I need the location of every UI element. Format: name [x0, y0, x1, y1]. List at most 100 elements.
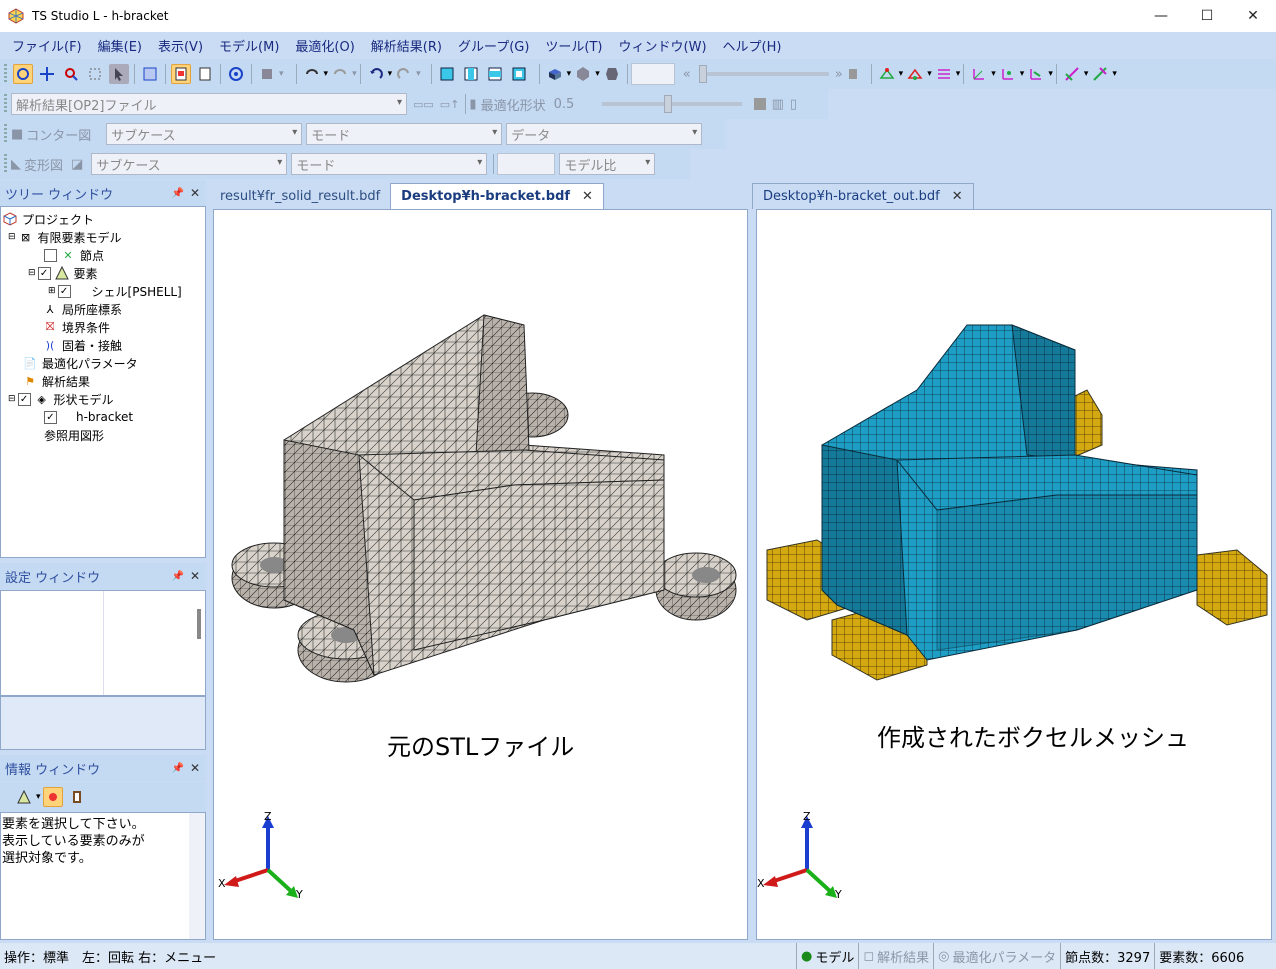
- tree-item-nodes[interactable]: ✕ 節点: [2, 246, 204, 264]
- close-icon[interactable]: ✕: [190, 761, 200, 775]
- nodes-checkbox[interactable]: [44, 248, 57, 262]
- tree-item-opt-params[interactable]: 📄 最適化パラメータ: [2, 354, 204, 372]
- tab-h-bracket-out[interactable]: Desktop¥h-bracket_out.bdf ✕: [752, 183, 974, 209]
- opt-info-icon[interactable]: ▯: [790, 97, 797, 112]
- right-viewport[interactable]: 作成されたボクセルメッシュ Z X Y: [756, 209, 1272, 940]
- tree-item-fem-model[interactable]: ⊟ ⊠ 有限要素モデル: [2, 228, 204, 246]
- view-front-icon[interactable]: [437, 64, 457, 84]
- pin-icon[interactable]: 📌: [172, 763, 184, 774]
- tree-item-h-bracket[interactable]: ✓ h-bracket: [2, 408, 204, 426]
- opt-threshold-slider[interactable]: [601, 95, 742, 113]
- pin-icon[interactable]: 📌: [172, 571, 184, 582]
- menu-optimize[interactable]: 最適化(O): [287, 36, 362, 55]
- elements-checkbox[interactable]: ✓: [37, 266, 51, 280]
- close-tab-icon[interactable]: ✕: [952, 189, 963, 204]
- maximize-button[interactable]: ☐: [1184, 0, 1230, 32]
- h-bracket-checkbox[interactable]: ✓: [44, 410, 57, 424]
- redo-icon[interactable]: [394, 64, 414, 84]
- print-preview-icon[interactable]: [195, 64, 215, 84]
- rotate-tool-icon[interactable]: [13, 64, 33, 84]
- menu-edit[interactable]: 編集(E): [90, 36, 150, 55]
- rewind-icon[interactable]: «: [683, 67, 691, 82]
- print-icon[interactable]: [171, 64, 191, 84]
- left-viewport[interactable]: 元のSTLファイル Z X Y: [213, 209, 748, 940]
- load-file-icon[interactable]: ▭▭: [413, 98, 434, 111]
- status-opt-params[interactable]: ◎ 最適化パラメータ: [933, 943, 1060, 969]
- zoom-window-icon[interactable]: [85, 64, 105, 84]
- model-ratio-dropdown[interactable]: モデル比: [559, 153, 656, 175]
- menu-window[interactable]: ウィンドウ(W): [611, 36, 715, 55]
- close-icon[interactable]: ✕: [190, 186, 200, 200]
- measure-tool-1-icon[interactable]: [1062, 64, 1082, 84]
- pan-tool-icon[interactable]: [37, 64, 57, 84]
- deform-mode-dropdown[interactable]: モード: [291, 153, 488, 175]
- mesh-tool-1-icon[interactable]: [877, 64, 897, 84]
- tree-item-elements[interactable]: ⊟ ✓ 要素: [2, 264, 204, 282]
- status-model[interactable]: ● モデル: [796, 943, 858, 969]
- reload-file-icon[interactable]: ▭↑: [440, 98, 460, 111]
- menu-help[interactable]: ヘルプ(H): [715, 36, 790, 55]
- animation-slider[interactable]: [698, 65, 829, 83]
- tab-fr-solid-result[interactable]: result¥fr_solid_result.bdf: [210, 183, 391, 209]
- fit-view-icon[interactable]: [140, 64, 160, 84]
- tree-item-shell[interactable]: ⊞ ✓ シェル[PSHELL]: [2, 282, 204, 300]
- mesh-tool-2-icon[interactable]: [905, 64, 925, 84]
- tree-item-reference[interactable]: 参照用図形: [2, 426, 204, 444]
- view-iso-icon[interactable]: [509, 64, 529, 84]
- undo-view-icon[interactable]: [302, 64, 322, 84]
- contour-data-dropdown[interactable]: データ: [506, 123, 703, 145]
- menu-view[interactable]: 表示(V): [150, 36, 211, 55]
- fast-forward-icon[interactable]: »: [835, 67, 843, 82]
- close-icon[interactable]: ✕: [190, 569, 200, 583]
- view-side-icon[interactable]: [461, 64, 481, 84]
- shape-model-checkbox[interactable]: ✓: [17, 392, 31, 406]
- tree-item-shape-model[interactable]: ⊟ ✓ ◈ 形状モデル: [2, 390, 204, 408]
- view-top-icon[interactable]: [485, 64, 505, 84]
- element-select-icon[interactable]: [14, 787, 34, 807]
- node-select-icon[interactable]: [42, 787, 63, 807]
- close-window-button[interactable]: ✕: [1230, 0, 1276, 32]
- shell-checkbox[interactable]: ✓: [57, 284, 71, 298]
- redo-view-icon[interactable]: [330, 64, 350, 84]
- zoom-tool-icon[interactable]: [61, 64, 81, 84]
- box-shape-icon[interactable]: [257, 64, 277, 84]
- deform-scale-field[interactable]: [497, 153, 556, 175]
- deform-subcase-dropdown[interactable]: サブケース: [91, 153, 288, 175]
- tree-item-local-coords[interactable]: ⅄ 局所座標系: [2, 300, 204, 318]
- minimize-button[interactable]: —: [1138, 0, 1184, 32]
- tree-item-project[interactable]: プロジェクト: [2, 210, 204, 228]
- target-icon[interactable]: [226, 64, 246, 84]
- menu-group[interactable]: グループ(G): [450, 36, 537, 55]
- coord-tool-3-icon[interactable]: [1026, 64, 1046, 84]
- clipboard-icon[interactable]: [67, 787, 87, 807]
- animation-frame-field[interactable]: [630, 63, 675, 85]
- contour-subcase-dropdown[interactable]: サブケース: [106, 123, 303, 145]
- coord-tool-1-icon[interactable]: [969, 64, 989, 84]
- tree-item-contact[interactable]: )(固着・接触: [2, 336, 204, 354]
- tab-h-bracket[interactable]: Desktop¥h-bracket.bdf ✕: [390, 183, 604, 209]
- coord-tool-2-icon[interactable]: [998, 64, 1018, 84]
- shape-display-icon[interactable]: [602, 64, 622, 84]
- deform-label[interactable]: 変形図: [24, 155, 63, 174]
- close-tab-icon[interactable]: ✕: [582, 189, 593, 204]
- opt-threshold-value[interactable]: 0.5: [554, 97, 598, 112]
- stop-icon[interactable]: [848, 69, 857, 79]
- tree-item-boundary[interactable]: ⛝ 境界条件: [2, 318, 204, 336]
- menu-tools[interactable]: ツール(T): [537, 36, 610, 55]
- opt-export-icon[interactable]: ▥: [772, 97, 784, 112]
- deform-anim-icon[interactable]: ◪: [71, 157, 83, 172]
- contour-mode-dropdown[interactable]: モード: [306, 123, 503, 145]
- pin-icon[interactable]: 📌: [172, 188, 184, 199]
- results-file-dropdown[interactable]: 解析結果[OP2]ファイル: [11, 93, 407, 115]
- status-results[interactable]: ◻ 解析結果: [858, 943, 933, 969]
- menu-model[interactable]: モデル(M): [211, 36, 287, 55]
- undo-icon[interactable]: [366, 64, 386, 84]
- menu-file[interactable]: ファイル(F): [4, 36, 90, 55]
- contour-label[interactable]: コンター図: [26, 125, 106, 144]
- select-tool-icon[interactable]: [109, 64, 129, 84]
- hex-display-icon[interactable]: [573, 64, 593, 84]
- menu-results[interactable]: 解析結果(R): [363, 36, 450, 55]
- measure-tool-2-icon[interactable]: [1090, 64, 1110, 84]
- mesh-tool-3-icon[interactable]: [934, 64, 954, 84]
- tree-item-results[interactable]: ⚑ 解析結果: [2, 372, 204, 390]
